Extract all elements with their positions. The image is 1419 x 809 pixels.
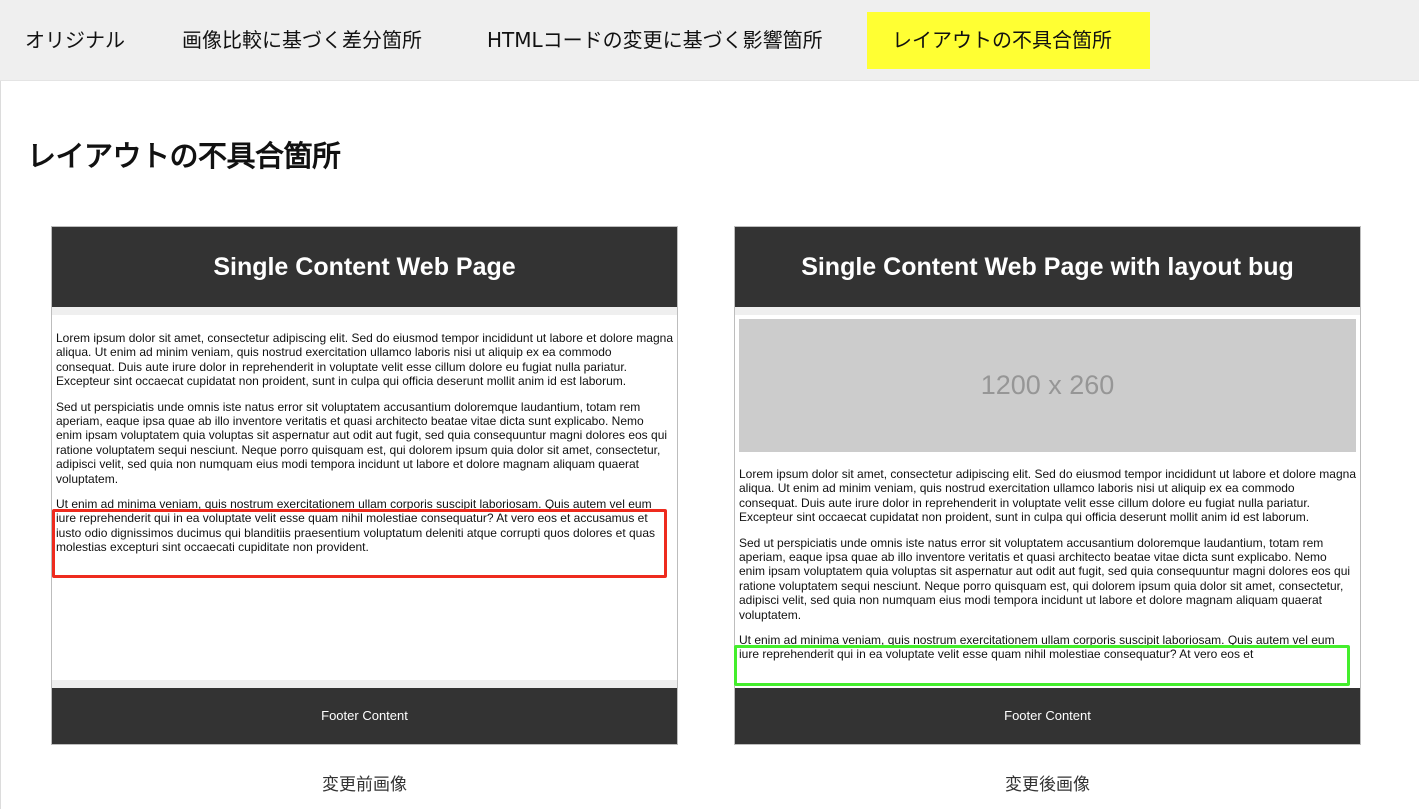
before-image-caption: 変更前画像 bbox=[322, 775, 407, 795]
after-page-header: Single Content Web Page with layout bug bbox=[735, 227, 1360, 307]
before-page-footer: Footer Content bbox=[52, 688, 677, 744]
before-paragraph-1: Lorem ipsum dolor sit amet, consectetur … bbox=[56, 331, 673, 389]
after-header-separator bbox=[735, 307, 1360, 315]
before-screenshot: Single Content Web Page Lorem ipsum dolo… bbox=[51, 226, 678, 745]
tab-html-change-impact[interactable]: HTMLコードの変更に基づく影響箇所 bbox=[462, 12, 848, 69]
after-paragraph-1: Lorem ipsum dolor sit amet, consectetur … bbox=[739, 467, 1356, 525]
image-placeholder: 1200 x 260 bbox=[739, 319, 1356, 452]
after-page-footer: Footer Content bbox=[735, 688, 1360, 744]
page-title: レイアウトの不具合箇所 bbox=[27, 139, 341, 173]
tab-layout-bugs[interactable]: レイアウトの不具合箇所 bbox=[867, 12, 1150, 69]
after-bug-highlight-box bbox=[734, 645, 1350, 686]
tab-original[interactable]: オリジナル bbox=[0, 12, 150, 69]
before-header-separator bbox=[52, 307, 677, 315]
content-left-border bbox=[0, 81, 1, 809]
after-image-caption: 変更後画像 bbox=[1005, 775, 1090, 795]
before-bug-highlight-box bbox=[52, 509, 667, 578]
top-tab-bar: オリジナル 画像比較に基づく差分箇所 HTMLコードの変更に基づく影響箇所 レイ… bbox=[0, 0, 1419, 81]
before-paragraph-2: Sed ut perspiciatis unde omnis iste natu… bbox=[56, 399, 668, 486]
after-paragraph-2: Sed ut perspiciatis unde omnis iste natu… bbox=[739, 535, 1351, 622]
before-page-header: Single Content Web Page bbox=[52, 227, 677, 307]
tab-image-diff[interactable]: 画像比較に基づく差分箇所 bbox=[157, 12, 447, 69]
